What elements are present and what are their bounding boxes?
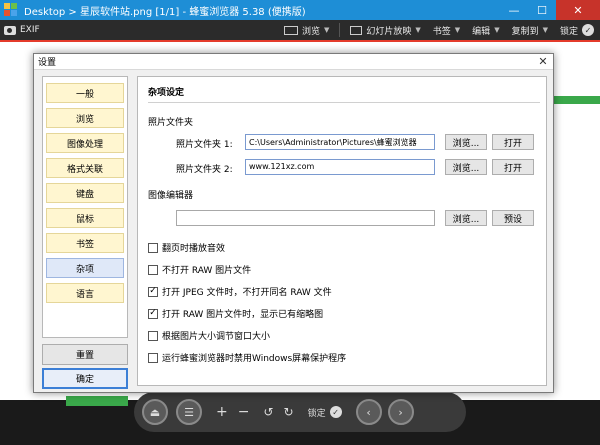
section-title: 杂项设定: [148, 88, 185, 98]
slideshow-menu-label: 幻灯片放映: [366, 26, 412, 37]
misc-settings-panel: 杂项设定 照片文件夹 照片文件夹 1: C:\Users\Administrat…: [137, 76, 547, 386]
window-title: Desktop > 星辰软件站.png [1/1] - 蜂蜜浏览器 5.38 (…: [24, 6, 306, 18]
option-jpeg-skip-raw[interactable]: ✓ 打开 JPEG 文件时，不打开同名 RAW 文件: [148, 285, 332, 298]
app-logo-icon: [4, 3, 18, 17]
viewer-control-bar: ⏏ ☰ + − ↺ ↻ 锁定 ✓ ‹ ›: [134, 392, 466, 432]
nav-item-mouse[interactable]: 鼠标: [46, 208, 124, 228]
option-label: 打开 RAW 图片文件时，显示已有缩略图: [162, 310, 324, 320]
photo-folder-1-label: 照片文件夹 1:: [176, 140, 233, 150]
zoom-out-button[interactable]: −: [238, 404, 250, 420]
option-raw-thumbnail[interactable]: ✓ 打开 RAW 图片文件时，显示已有缩略图: [148, 307, 323, 320]
caret-down-icon: ▼: [323, 26, 330, 34]
lock-toggle[interactable]: 锁定 ✓: [560, 24, 594, 37]
photo-folder-1-input[interactable]: C:\Users\Administrator\Pictures\蜂蜜浏览器: [245, 134, 435, 150]
copy-to-menu[interactable]: 复制到 ▼: [512, 24, 548, 37]
option-label: 运行蜂蜜浏览器时禁用Windows屏幕保护程序: [162, 354, 347, 364]
ok-button[interactable]: 确定: [42, 368, 128, 389]
photo-folder-1-open-button[interactable]: 打开: [492, 134, 534, 150]
check-circle-icon[interactable]: ✓: [329, 406, 342, 418]
caret-down-icon: ▼: [494, 26, 500, 34]
checkbox-checked[interactable]: ✓: [148, 286, 158, 297]
photo-folder-group-label: 照片文件夹: [148, 118, 194, 128]
nav-item-file-association[interactable]: 格式关联: [46, 158, 124, 178]
photo-folder-2-browse-button[interactable]: 浏览...: [445, 159, 487, 175]
browse-menu-label: 浏览: [301, 26, 320, 37]
nav-item-bookmarks[interactable]: 书签: [46, 233, 124, 253]
option-page-sound[interactable]: 翻页时播放音效: [148, 241, 225, 254]
photo-folder-2-open-button[interactable]: 打开: [492, 159, 534, 175]
toolbar-separator: [339, 23, 341, 37]
nav-item-misc[interactable]: 杂项: [46, 258, 124, 278]
main-toolbar: EXIF 浏览 ▼ 幻灯片放映 ▼ 书签 ▼ 编辑 ▼ 复制到 ▼ 锁定 ✓: [0, 20, 600, 40]
photo-folder-2-input[interactable]: www.121xz.com: [245, 159, 435, 175]
rotate-left-icon[interactable]: ↺: [263, 405, 273, 419]
nav-item-browse[interactable]: 浏览: [46, 108, 124, 128]
caret-down-icon: ▼: [454, 26, 461, 34]
option-label: 翻页时播放音效: [162, 244, 226, 254]
caret-down-icon: ▼: [415, 26, 421, 34]
caret-down-icon: ▼: [542, 26, 548, 34]
photo-folder-1-browse-button[interactable]: 浏览...: [445, 134, 487, 150]
image-editor-input[interactable]: [176, 210, 435, 226]
camera-icon[interactable]: [4, 25, 16, 35]
section-divider: [148, 102, 540, 103]
dialog-title: 设置: [38, 58, 57, 68]
settings-nav: 一般 浏览 图像处理 格式关联 键盘 鼠标 书签 杂项 语言: [42, 76, 128, 338]
maximize-button[interactable]: ☐: [528, 0, 556, 20]
image-green-block: [66, 396, 128, 406]
nav-item-keyboard[interactable]: 键盘: [46, 183, 124, 203]
bookmarks-menu[interactable]: 书签 ▼: [433, 24, 460, 37]
lock-label: 锁定: [559, 26, 578, 37]
zoom-in-button[interactable]: +: [216, 404, 228, 420]
checkbox[interactable]: [148, 264, 158, 275]
option-label: 根据图片大小调节窗口大小: [162, 332, 271, 342]
title-bar: Desktop > 星辰软件站.png [1/1] - 蜂蜜浏览器 5.38 (…: [0, 0, 600, 20]
dialog-close-icon[interactable]: ✕: [533, 55, 553, 68]
copy-to-menu-label: 复制到: [511, 26, 539, 37]
close-button[interactable]: ✕: [556, 0, 600, 20]
bookmarks-menu-label: 书签: [432, 26, 451, 37]
reset-button[interactable]: 重置: [42, 344, 128, 365]
image-editor-preset-button[interactable]: 预设: [492, 210, 534, 226]
option-fit-window[interactable]: 根据图片大小调节窗口大小: [148, 329, 270, 342]
option-skip-raw[interactable]: 不打开 RAW 图片文件: [148, 263, 251, 276]
nav-item-general[interactable]: 一般: [46, 83, 124, 103]
checkbox[interactable]: [148, 330, 158, 341]
film-icon: [283, 25, 298, 35]
next-image-button[interactable]: ›: [387, 399, 414, 425]
edit-menu[interactable]: 编辑 ▼: [472, 24, 499, 37]
image-editor-browse-button[interactable]: 浏览...: [445, 210, 487, 226]
option-label: 打开 JPEG 文件时，不打开同名 RAW 文件: [162, 288, 332, 298]
browse-menu[interactable]: 浏览 ▼: [302, 24, 329, 37]
previous-image-button[interactable]: ‹: [355, 399, 382, 425]
nav-item-language[interactable]: 语言: [46, 283, 124, 303]
eject-button[interactable]: ⏏: [142, 399, 168, 425]
checkbox[interactable]: [148, 242, 158, 253]
nav-item-image-processing[interactable]: 图像处理: [46, 133, 124, 153]
photo-folder-2-label: 照片文件夹 2:: [176, 165, 233, 175]
image-top-stripe: [0, 40, 600, 42]
checkbox[interactable]: [148, 352, 158, 363]
menu-button[interactable]: ☰: [176, 399, 202, 425]
minimize-button[interactable]: —: [500, 0, 528, 20]
lock-label[interactable]: 锁定: [308, 406, 326, 419]
settings-dialog: 设置 ✕ 一般 浏览 图像处理 格式关联 键盘 鼠标 书签 杂项 语言 重置 确…: [33, 53, 554, 393]
checkbox-checked[interactable]: ✓: [148, 308, 158, 319]
rotate-right-icon[interactable]: ↻: [284, 405, 294, 419]
exif-button[interactable]: EXIF: [20, 25, 40, 35]
option-disable-screensaver[interactable]: 运行蜂蜜浏览器时禁用Windows屏幕保护程序: [148, 351, 346, 364]
option-label: 不打开 RAW 图片文件: [162, 266, 252, 276]
check-circle-icon: ✓: [582, 24, 594, 36]
slideshow-icon: [350, 25, 363, 35]
image-editor-group-label: 图像编辑器: [148, 191, 194, 201]
dialog-title-bar: 设置 ✕: [34, 54, 553, 70]
slideshow-menu[interactable]: 幻灯片放映 ▼: [366, 24, 420, 37]
edit-menu-label: 编辑: [472, 26, 491, 37]
